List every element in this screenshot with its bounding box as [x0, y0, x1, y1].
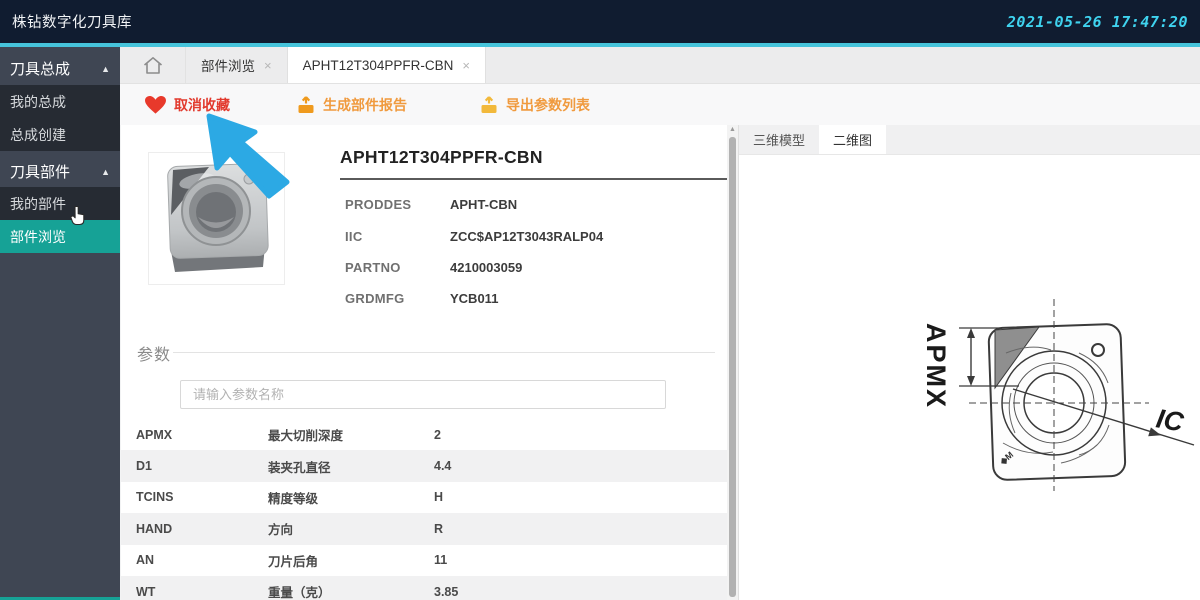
param-code: WT — [121, 585, 268, 599]
generate-report-label: 生成部件报告 — [323, 95, 407, 115]
param-row[interactable]: APMX 最大切削深度 2 — [121, 419, 727, 450]
insert-2d-drawing: APMX IC ◆M — [911, 293, 1200, 498]
params-export-icon — [479, 96, 499, 114]
ic-dim-label: IC — [1154, 403, 1186, 437]
heart-icon — [144, 95, 167, 115]
param-name: 最大切削深度 — [268, 425, 434, 444]
param-name: 精度等级 — [268, 488, 434, 507]
viewer-tab-bar: 三维模型 二维图 — [739, 125, 1200, 155]
field-label: PARTNO — [345, 260, 401, 275]
params-table: APMX 最大切削深度 2 D1 装夹孔直径 4.4 TCINS 精度等级 H … — [121, 419, 727, 600]
param-value: 2 — [434, 428, 441, 442]
panel-scrollbar[interactable]: ▲ — [727, 125, 738, 600]
viewer-tab-label: 三维模型 — [753, 130, 805, 149]
technical-drawing: APMX IC ◆M — [911, 293, 1200, 503]
param-value: 11 — [434, 553, 447, 567]
field-label: PRODDES — [345, 197, 411, 212]
hand-pointer-icon — [70, 205, 86, 226]
param-row[interactable]: D1 装夹孔直径 4.4 — [121, 450, 727, 481]
tab-component-browse[interactable]: 部件浏览 × — [186, 47, 288, 83]
home-icon — [142, 55, 164, 76]
param-code: AN — [121, 553, 268, 567]
close-icon[interactable]: × — [462, 58, 470, 73]
param-row[interactable]: AN 刀片后角 11 — [121, 545, 727, 576]
report-export-icon — [296, 96, 316, 114]
param-name: 装夹孔直径 — [268, 457, 434, 476]
field-label: GRDMFG — [345, 291, 405, 306]
field-value: APHT-CBN — [450, 197, 517, 212]
param-code: TCINS — [121, 490, 268, 504]
home-tab[interactable] — [120, 47, 186, 83]
blue-arrow-icon — [203, 110, 298, 202]
export-params-button[interactable]: 导出参数列表 — [479, 95, 590, 115]
sidebar-item-component-browse[interactable]: 部件浏览 — [0, 220, 120, 253]
field-value: 4210003059 — [450, 260, 522, 275]
param-value: 3.85 — [434, 585, 458, 599]
param-search-input[interactable] — [180, 380, 666, 409]
params-section-line — [173, 352, 715, 353]
scrollbar-up-icon[interactable]: ▲ — [727, 126, 738, 133]
sidebar-group-label: 刀具部件 — [10, 161, 70, 182]
part-title: APHT12T304PPFR-CBN — [340, 147, 543, 168]
param-code: HAND — [121, 522, 268, 536]
param-row[interactable]: TCINS 精度等级 H — [121, 482, 727, 513]
sidebar-group-label: 刀具总成 — [10, 58, 70, 79]
generate-report-button[interactable]: 生成部件报告 — [296, 95, 407, 115]
app-window: 株钻数字化刀具库 2021-05-26 17:47:20 刀具总成 ▲ 我的总成… — [0, 0, 1200, 600]
tab-label: 部件浏览 — [201, 55, 255, 75]
sidebar-item-label: 我的部件 — [10, 194, 66, 214]
field-label: IIC — [345, 229, 363, 244]
sidebar-item-label: 部件浏览 — [10, 227, 66, 247]
field-value: ZCC$AP12T3043RALP04 — [450, 229, 603, 244]
collapse-caret-icon[interactable]: ▲ — [101, 64, 110, 74]
param-row[interactable]: HAND 方向 R — [121, 513, 727, 544]
clock: 2021-05-26 17:47:20 — [1007, 13, 1188, 31]
scrollbar-thumb[interactable] — [729, 137, 736, 597]
sidebar-item-label: 我的总成 — [10, 92, 66, 112]
apmx-dim-label: APMX — [921, 323, 951, 409]
param-name: 方向 — [268, 519, 434, 538]
close-icon[interactable]: × — [264, 58, 272, 73]
tab-2d-drawing[interactable]: 二维图 — [819, 125, 886, 154]
tab-label: APHT12T304PPFR-CBN — [303, 58, 454, 73]
param-name: 重量（克） — [268, 582, 434, 600]
sidebar-item-my-assemblies[interactable]: 我的总成 — [0, 85, 120, 118]
tab-3d-model[interactable]: 三维模型 — [739, 125, 819, 154]
param-search — [180, 380, 666, 409]
sidebar: 刀具总成 ▲ 我的总成 总成创建 刀具部件 ▲ 我的部件 部件浏览 — [0, 47, 120, 600]
app-title: 株钻数字化刀具库 — [12, 11, 132, 32]
param-value: 4.4 — [434, 459, 451, 473]
top-bar: 株钻数字化刀具库 2021-05-26 17:47:20 — [0, 0, 1200, 43]
param-row[interactable]: WT 重量（克） 3.85 — [121, 576, 727, 600]
field-value: YCB011 — [450, 291, 498, 306]
sidebar-item-assembly-create[interactable]: 总成创建 — [0, 118, 120, 151]
param-code: D1 — [121, 459, 268, 473]
sidebar-group-tool-assembly[interactable]: 刀具总成 ▲ — [0, 52, 120, 85]
param-name: 刀片后角 — [268, 551, 434, 570]
sidebar-group-tool-components[interactable]: 刀具部件 ▲ — [0, 155, 120, 188]
tab-bar: 部件浏览 × APHT12T304PPFR-CBN × — [120, 47, 1200, 84]
sidebar-item-label: 总成创建 — [10, 125, 66, 145]
param-value: R — [434, 522, 443, 536]
highlight-arrow-cursor — [203, 110, 298, 207]
mouse-hand-cursor — [70, 205, 86, 231]
viewer-tab-label: 二维图 — [833, 130, 872, 149]
collapse-caret-icon[interactable]: ▲ — [101, 167, 110, 177]
params-section-title: 参数 — [137, 341, 171, 365]
export-params-label: 导出参数列表 — [506, 95, 590, 115]
param-value: H — [434, 490, 443, 504]
tab-part-detail[interactable]: APHT12T304PPFR-CBN × — [288, 47, 486, 83]
param-code: APMX — [121, 428, 268, 442]
viewer-panel: 三维模型 二维图 — [738, 125, 1200, 600]
sidebar-item-my-components[interactable]: 我的部件 — [0, 187, 120, 220]
